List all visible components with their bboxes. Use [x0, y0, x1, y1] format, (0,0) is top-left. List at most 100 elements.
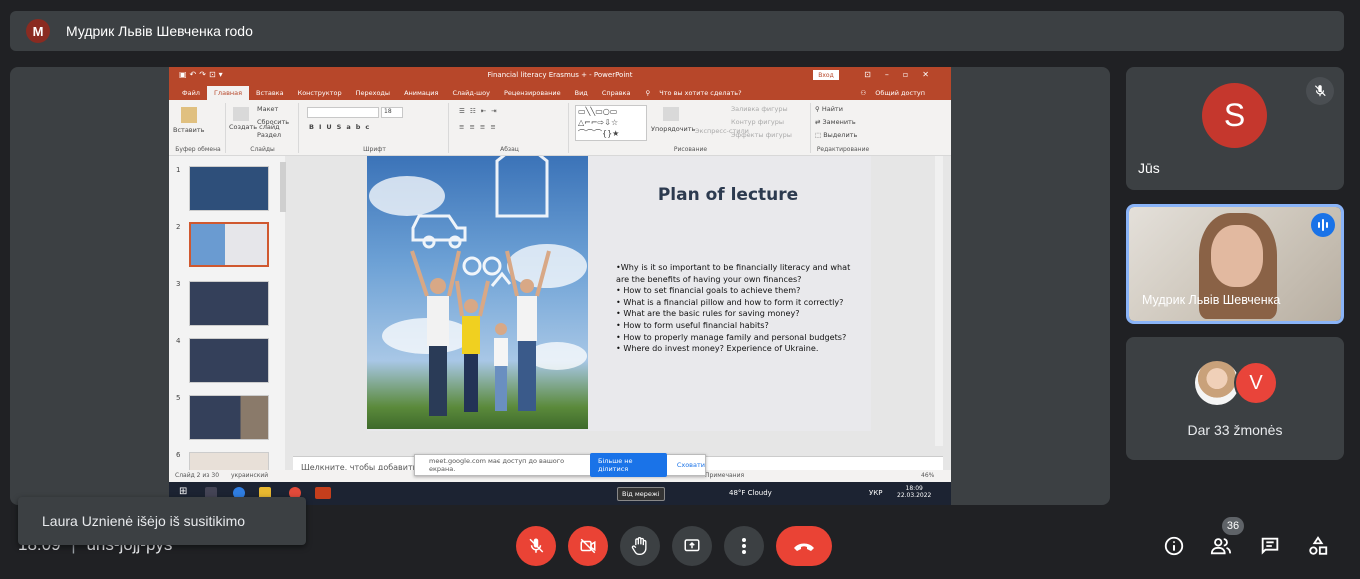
info-icon: [1164, 536, 1184, 556]
slide-thumbnail: [189, 395, 269, 440]
chat-icon: [1261, 537, 1279, 555]
new-slide-icon: [233, 107, 249, 121]
bullet-item: • What are the basic rules for saving mo…: [616, 308, 800, 319]
more-vert-icon: [742, 538, 746, 554]
leave-call-button[interactable]: [776, 526, 832, 566]
tell-me-search: ⚲ Что вы хотите сделать?: [637, 86, 755, 100]
login-button: Вход: [813, 70, 839, 80]
participant-avatar-v: V: [1234, 361, 1278, 405]
presenter-title: Мудрик Львів Шевченка rodo: [66, 23, 253, 39]
left-meeting-toast: Laura Uznienė išėjo iš susitikimo: [18, 497, 306, 545]
more-options-button[interactable]: [724, 526, 764, 566]
speaking-indicator-icon: [1311, 213, 1335, 237]
thumbnails-scrollbar: [280, 162, 286, 212]
speaker-tile[interactable]: Мудрик Львів Шевченка: [1126, 204, 1344, 324]
more-participants-label: Dar 33 žmonės: [1187, 422, 1283, 438]
thumb-number: 5: [176, 394, 181, 402]
slide-editor: Plan of lecture •Why is it so important …: [293, 156, 943, 456]
find-item: ⚲ Найти: [815, 105, 843, 113]
self-label: Jūs: [1138, 160, 1160, 176]
outline-label: Контур фигуры: [731, 118, 784, 126]
camera-toggle-button[interactable]: [568, 526, 608, 566]
bullet-item: •Why is it so important to be financiall…: [616, 262, 851, 284]
tab-home: Главная: [206, 86, 250, 100]
font-size-field: 18: [381, 107, 403, 118]
current-slide: Plan of lecture •Why is it so important …: [367, 156, 871, 431]
select-item: ⬚ Выделить: [815, 131, 858, 139]
slide-scrollbar: [935, 156, 943, 446]
present-screen-button[interactable]: [672, 526, 712, 566]
drawing-label: Рисование: [673, 146, 708, 153]
presenter-avatar: M: [26, 19, 50, 43]
arrange-label: Упорядочить: [651, 125, 696, 133]
slide-thumbnail: [189, 166, 269, 211]
self-tile[interactable]: S Jūs: [1126, 67, 1344, 190]
ribbon-drawing: ▭╲╲▭○▭ △⌐⌐⇨⇩☆ ⌒⌒⌒{}★ Упорядочить Экспресс-…: [571, 103, 811, 153]
meeting-details-button[interactable]: [1162, 534, 1186, 558]
reset-label: Сбросить: [257, 118, 290, 126]
slide-thumbnail: [189, 338, 269, 383]
ppt-titlebar: ▣↶↷⊡▾ Financial literacy Erasmus + - Pow…: [169, 67, 951, 84]
clipboard-label: Буфер обмена: [175, 146, 221, 153]
taskbar-clock: 18:09 22.03.2022: [897, 485, 931, 499]
chat-button[interactable]: [1258, 534, 1282, 558]
section-label: Раздел: [257, 131, 282, 139]
family-sky-image: [367, 156, 588, 429]
slide-thumbnail-selected: [189, 222, 269, 267]
ribbon-slides: Создать слайд Макет Сбросить Раздел Слай…: [227, 103, 299, 153]
ribbon-editing: ⚲ Найти ⇄ Заменить ⬚ Выделить Редактиров…: [813, 103, 873, 153]
slide-bullets: •Why is it so important to be financiall…: [616, 262, 856, 355]
shared-screen: ▣↶↷⊡▾ Financial literacy Erasmus + - Pow…: [10, 67, 1110, 505]
paragraph-label: Абзац: [500, 146, 519, 153]
activities-icon: [1309, 536, 1328, 555]
present-icon: [684, 539, 700, 552]
people-button[interactable]: [1209, 534, 1233, 558]
activities-button[interactable]: [1306, 534, 1330, 558]
tab-slideshow: Слайд-шоу: [452, 89, 490, 97]
bullet-item: • Where do invest money? Experience of U…: [616, 343, 819, 354]
hide-banner-button: Сховати: [676, 461, 705, 469]
font-name-field: [307, 107, 379, 118]
tell-me-label: Что вы хотите сделать?: [659, 89, 742, 97]
bullet-item: • How to properly manage family and pers…: [616, 331, 847, 342]
status-slide-count: Слайд 2 из 30: [175, 472, 220, 479]
bullet-item: • What is a financial pillow and how to …: [616, 296, 844, 307]
powerpoint-window: ▣↶↷⊡▾ Financial literacy Erasmus + - Pow…: [169, 67, 951, 505]
ribbon-font: 18 BIUSabc Шрифт: [301, 103, 449, 153]
status-language: украинский: [231, 472, 269, 479]
presenter-bar: M Мудрик Львів Шевченка rodo: [10, 11, 1344, 51]
arrange-icon: [663, 107, 679, 121]
more-participants-tile[interactable]: V Dar 33 žmonės: [1126, 337, 1344, 460]
mic-toggle-button[interactable]: [516, 526, 556, 566]
tooltip: Від мережі: [617, 487, 665, 501]
paste-label: Вставить: [173, 126, 205, 134]
tab-view: Вид: [574, 89, 588, 97]
people-icon: [1210, 538, 1232, 555]
layout-label: Макет: [257, 105, 279, 113]
thumb-number: 1: [176, 166, 181, 174]
mic-off-icon: [529, 538, 544, 553]
tab-animation: Анимация: [404, 89, 439, 97]
font-label: Шрифт: [363, 146, 386, 153]
font-style-icons: BIUSabc: [309, 123, 375, 131]
replace-label: Заменить: [822, 118, 856, 126]
participants-count-badge: 36: [1222, 517, 1244, 535]
slide-thumbnails: 1 2 3 4 5 6: [169, 156, 286, 497]
tab-file: Файл: [182, 89, 200, 97]
camera-off-icon: [580, 538, 596, 554]
stop-sharing-button: Більше не ділитися: [590, 453, 667, 477]
effects-label: Эффекты фигуры: [731, 131, 792, 139]
fill-label: Заливка фигуры: [731, 105, 788, 113]
hand-icon: [631, 537, 647, 555]
taskbar-time: 18:09: [905, 485, 923, 492]
list-icons: ☰☷⇤⇥: [459, 107, 502, 115]
raise-hand-button[interactable]: [620, 526, 660, 566]
self-avatar: S: [1202, 83, 1267, 148]
video-face: [1211, 225, 1263, 287]
tab-design: Конструктор: [297, 89, 342, 97]
paste-icon: [181, 107, 197, 123]
share-button: ⚇ Общий доступ: [853, 86, 939, 100]
keyboard-lang: УКР: [869, 489, 883, 497]
slides-label: Слайды: [250, 146, 275, 153]
ribbon-clipboard: Вставить Буфер обмена: [171, 103, 226, 153]
